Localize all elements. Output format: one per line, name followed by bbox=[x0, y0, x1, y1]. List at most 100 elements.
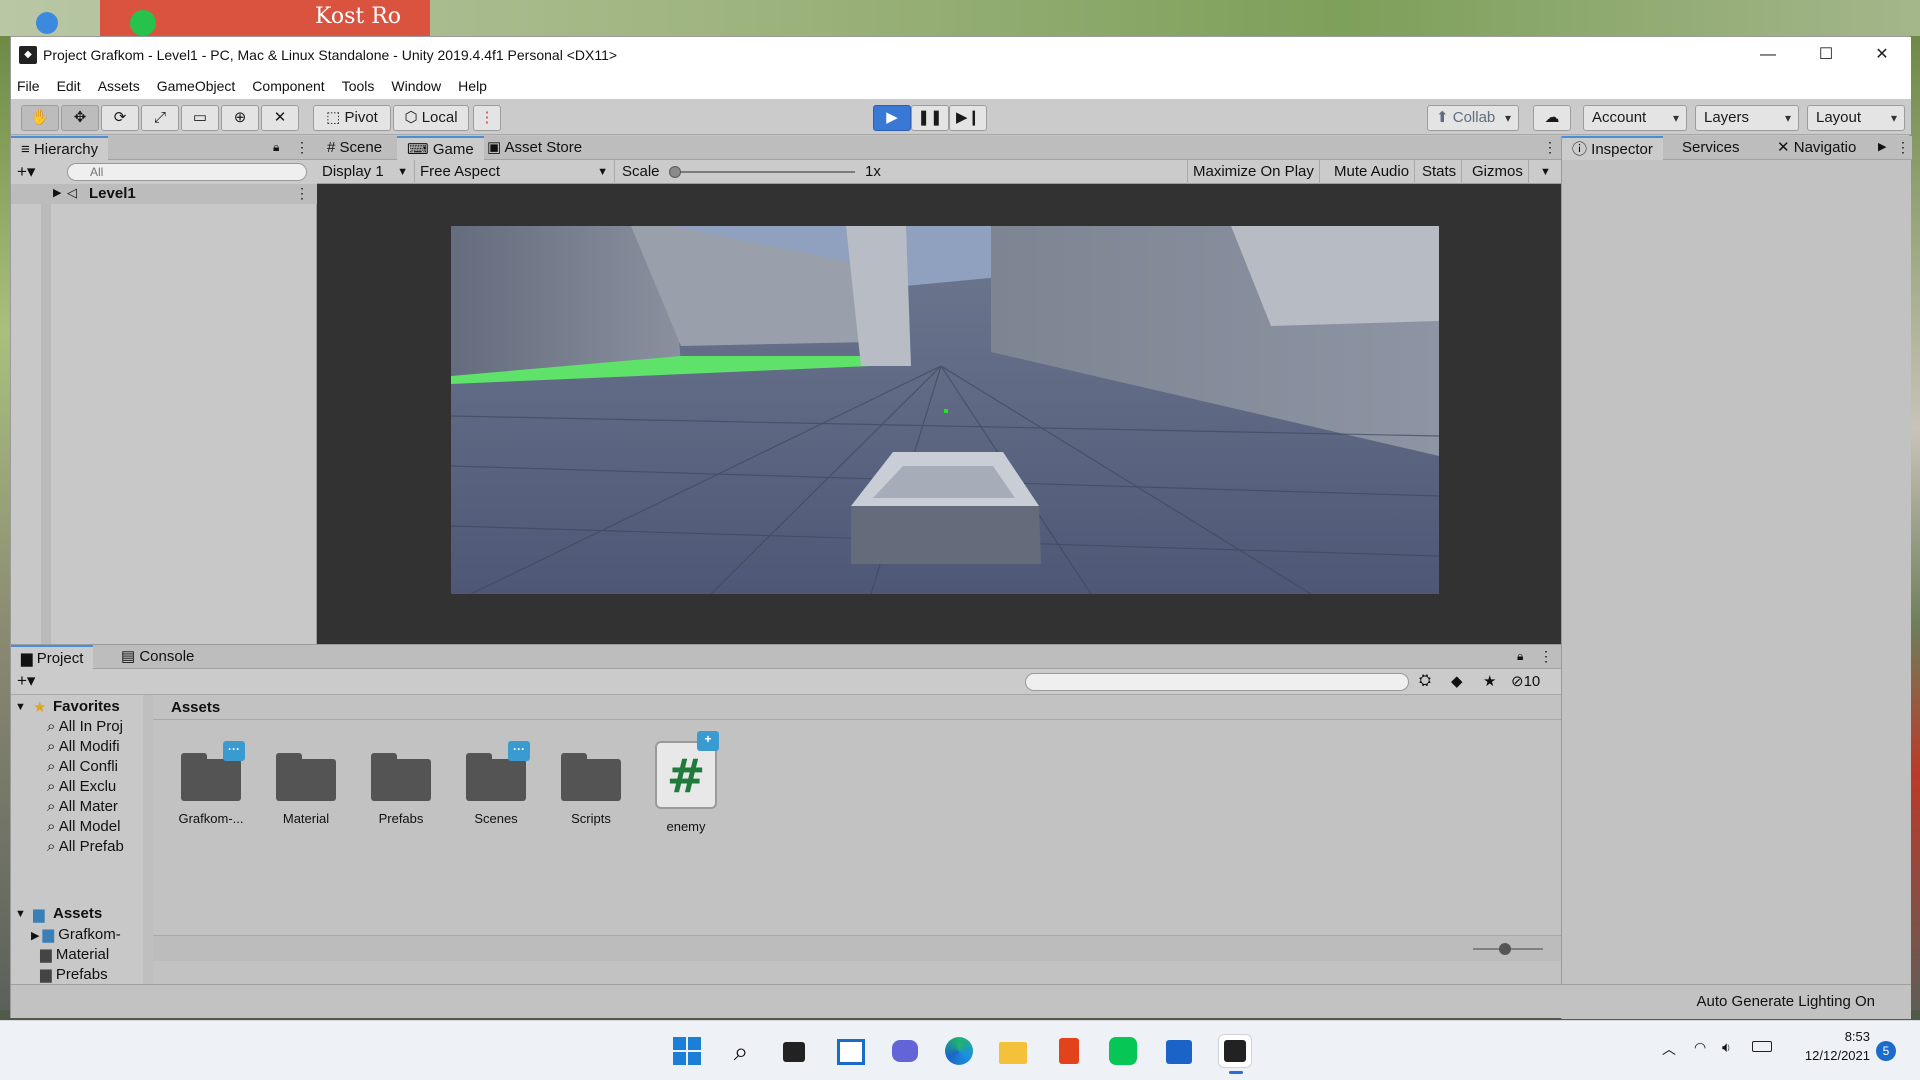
search-icon[interactable]: ⌕ bbox=[724, 1034, 758, 1068]
tab-scene[interactable]: # Scene bbox=[317, 136, 392, 160]
transform-tool-icon[interactable]: ⊕ bbox=[221, 105, 259, 131]
store-icon[interactable] bbox=[1162, 1034, 1196, 1068]
expand-arrow-icon[interactable]: ▶ bbox=[53, 186, 61, 199]
favorites-item[interactable]: ⌕ All Prefab bbox=[47, 838, 143, 855]
asset-item[interactable]: Prefabs bbox=[353, 737, 449, 826]
asset-item[interactable]: Scripts bbox=[543, 737, 639, 826]
display-dropdown[interactable]: Display 1 ▼ bbox=[317, 160, 415, 184]
file-explorer-icon[interactable] bbox=[996, 1034, 1030, 1068]
office-icon[interactable] bbox=[1052, 1034, 1086, 1068]
layout-dropdown[interactable]: Layout bbox=[1807, 105, 1905, 131]
hierarchy-row-level1[interactable]: ▶ ◁ Level1 ⋮ bbox=[11, 184, 317, 204]
cloud-icon[interactable]: ☁ bbox=[1533, 105, 1571, 131]
expand-arrow-icon[interactable] bbox=[31, 970, 40, 982]
project-more-icon[interactable]: ⋮ bbox=[1539, 648, 1553, 665]
filter-label-icon[interactable]: ◆ bbox=[1451, 672, 1463, 690]
minimize-button[interactable]: — bbox=[1739, 37, 1797, 73]
mute-audio-toggle[interactable]: Mute Audio bbox=[1329, 160, 1416, 184]
create-asset-button[interactable]: +▾ bbox=[17, 671, 35, 691]
favorites-item[interactable]: ⌕ All Modifi bbox=[47, 738, 143, 755]
gizmos-dropdown-icon[interactable]: ▼ bbox=[1535, 160, 1556, 184]
custom-tool-icon[interactable]: ✕ bbox=[261, 105, 299, 131]
project-search-input[interactable] bbox=[1025, 673, 1409, 691]
chat-icon[interactable] bbox=[888, 1034, 922, 1068]
tab-asset-store[interactable]: ▣ Asset Store bbox=[477, 136, 592, 160]
lock-icon[interactable]: 🔒︎ bbox=[1517, 649, 1523, 664]
lock-icon[interactable]: 🔒︎ bbox=[273, 140, 279, 155]
hand-tool-icon[interactable]: ✋ bbox=[21, 105, 59, 131]
menu-file[interactable]: File bbox=[17, 78, 40, 94]
scene-menu-icon[interactable]: ⋮ bbox=[295, 185, 309, 202]
add-object-button[interactable]: +▾ bbox=[17, 162, 35, 182]
gizmos-toggle[interactable]: Gizmos bbox=[1467, 160, 1529, 184]
close-button[interactable]: ✕ bbox=[1853, 37, 1911, 73]
icon-size-slider-handle[interactable] bbox=[1499, 943, 1511, 955]
pivot-toggle[interactable]: ⬚ Pivot bbox=[313, 105, 391, 131]
start-icon[interactable] bbox=[670, 1034, 704, 1068]
tab-services[interactable]: Services bbox=[1672, 136, 1750, 160]
game-more-icon[interactable]: ⋮ bbox=[1543, 139, 1557, 156]
menu-edit[interactable]: Edit bbox=[57, 78, 81, 94]
account-dropdown[interactable]: Account bbox=[1583, 105, 1687, 131]
layers-dropdown[interactable]: Layers bbox=[1695, 105, 1799, 131]
task-view-icon[interactable] bbox=[778, 1034, 812, 1068]
local-toggle[interactable]: ⬡ Local bbox=[393, 105, 469, 131]
collapse-arrow-icon[interactable]: ▼ bbox=[15, 908, 26, 920]
asset-item[interactable]: # + enemy bbox=[638, 731, 734, 834]
wifi-icon[interactable]: ◠ bbox=[1694, 1039, 1706, 1056]
tree-scrollbar[interactable] bbox=[143, 695, 153, 985]
tree-favorites-label[interactable]: Favorites bbox=[53, 698, 120, 715]
scale-slider-handle[interactable] bbox=[669, 166, 681, 178]
asset-item[interactable]: ··· Scenes bbox=[448, 737, 544, 826]
tree-folder-item[interactable]: ▆ Prefabs bbox=[31, 965, 143, 983]
aspect-dropdown[interactable]: Free Aspect ▼ bbox=[415, 160, 615, 184]
step-button[interactable]: ▶❙ bbox=[949, 105, 987, 131]
stats-toggle[interactable]: Stats bbox=[1417, 160, 1463, 184]
tree-assets-label[interactable]: Assets bbox=[53, 905, 102, 922]
collapse-arrow-icon[interactable]: ▼ bbox=[15, 701, 26, 713]
tab-game[interactable]: ⌨ Game bbox=[397, 136, 484, 160]
play-button[interactable]: ▶ bbox=[873, 105, 911, 131]
tab-inspector[interactable]: ⓘ Inspector bbox=[1562, 136, 1663, 160]
tab-project[interactable]: ▆ Project bbox=[11, 645, 94, 669]
menu-window[interactable]: Window bbox=[391, 78, 441, 94]
widgets-icon[interactable] bbox=[834, 1034, 868, 1068]
tab-scroll-right-icon[interactable]: ▶ bbox=[1878, 140, 1886, 153]
collab-dropdown[interactable]: ⬆ Collab bbox=[1427, 105, 1519, 131]
pause-button[interactable]: ❚❚ bbox=[911, 105, 949, 131]
chevron-up-icon[interactable]: ︿ bbox=[1662, 1039, 1676, 1059]
favorite-star-icon[interactable]: ★ bbox=[1483, 672, 1496, 690]
favorites-item[interactable]: ⌕ All Exclu bbox=[47, 778, 143, 795]
tree-folder-item[interactable]: ▶ ▆ Grafkom- bbox=[31, 925, 143, 943]
scale-slider[interactable] bbox=[675, 171, 855, 173]
volume-icon[interactable]: 🔉︎ bbox=[1722, 1039, 1731, 1056]
tab-hierarchy[interactable]: ≡ Hierarchy bbox=[11, 136, 109, 160]
tab-console[interactable]: ▤ Console bbox=[111, 645, 204, 669]
hierarchy-search-input[interactable] bbox=[67, 163, 307, 181]
favorites-item[interactable]: ⌕ All Mater bbox=[47, 798, 143, 815]
scale-tool-icon[interactable]: ⤢ bbox=[141, 105, 179, 131]
menu-tools[interactable]: Tools bbox=[342, 78, 375, 94]
game-viewport[interactable] bbox=[451, 226, 1439, 594]
menu-help[interactable]: Help bbox=[458, 78, 487, 94]
tab-navigation[interactable]: ✕ Navigatio bbox=[1767, 136, 1866, 160]
expand-arrow-icon[interactable]: ▶ bbox=[31, 930, 43, 942]
line-icon[interactable] bbox=[1106, 1034, 1140, 1068]
favorites-item[interactable]: ⌕ All Model bbox=[47, 818, 143, 835]
expand-arrow-icon[interactable] bbox=[31, 950, 40, 962]
whatsapp-icon[interactable] bbox=[130, 10, 156, 36]
more-menu-icon[interactable]: ⋮ bbox=[295, 139, 309, 156]
snap-icon[interactable]: ⋮ bbox=[473, 105, 501, 131]
inspector-more-icon[interactable]: ⋮ bbox=[1896, 139, 1910, 156]
asset-item[interactable]: ··· Grafkom-... bbox=[163, 737, 259, 826]
edge-icon[interactable] bbox=[942, 1034, 976, 1068]
menu-component[interactable]: Component bbox=[252, 78, 324, 94]
menu-assets[interactable]: Assets bbox=[98, 78, 140, 94]
rect-tool-icon[interactable]: ▭ bbox=[181, 105, 219, 131]
maximize-button[interactable]: ☐ bbox=[1797, 37, 1855, 73]
battery-icon[interactable] bbox=[1752, 1041, 1772, 1052]
favorites-item[interactable]: ⌕ All In Proj bbox=[47, 718, 143, 735]
menu-gameobject[interactable]: GameObject bbox=[157, 78, 236, 94]
recycle-bin-icon[interactable] bbox=[36, 12, 58, 34]
favorites-item[interactable]: ⌕ All Confli bbox=[47, 758, 143, 775]
